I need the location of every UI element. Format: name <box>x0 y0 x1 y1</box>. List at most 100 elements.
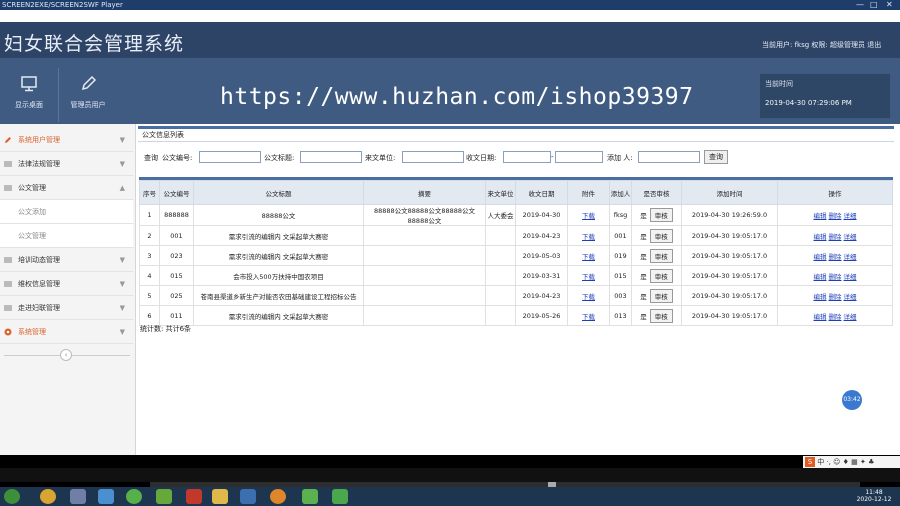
maximize-button[interactable]: □ <box>870 0 878 10</box>
delete-link[interactable]: 删除 <box>829 273 842 281</box>
sidebar-item-training[interactable]: 培训动态管理 ▼ <box>0 248 133 272</box>
browser-icon[interactable] <box>98 489 114 504</box>
sidebar-item-label: 维权信息管理 <box>18 280 60 288</box>
table-row: 2 001 需求引流的编辑内 文采起草大赛密 2019-04-23 下载 001 是审核 20… <box>139 225 893 246</box>
audit-button[interactable]: 审核 <box>649 268 673 283</box>
ime-toolbar[interactable]: S 中 ·, ☺ ♦ ▦ ✦ ♣ <box>803 456 900 468</box>
cell-attach[interactable]: 下载 <box>567 204 610 226</box>
cell-code: 011 <box>159 305 194 326</box>
doc-code-label: 公文编号: <box>162 154 193 162</box>
cell-attach[interactable]: 下载 <box>567 305 610 326</box>
taskbar-clock[interactable]: 11:48 2020-12-12 <box>852 489 896 503</box>
cell-audit: 是审核 <box>631 285 682 306</box>
start-button-icon[interactable] <box>4 489 20 504</box>
sidebar-subitem-manage-document[interactable]: 公文管理 <box>0 224 133 248</box>
current-time-value: 2019-04-30 07:29:06 PM <box>765 99 852 107</box>
app-icon[interactable] <box>270 489 286 504</box>
detail-link[interactable]: 详细 <box>844 253 857 261</box>
sidebar-item-label: 走进妇联管理 <box>18 304 60 312</box>
cell-summary <box>363 265 486 286</box>
cell-unit: 人大委会 <box>485 204 516 226</box>
detail-link[interactable]: 详细 <box>844 212 857 220</box>
sidebar-subitem-add-document[interactable]: 公文添加 <box>0 200 133 224</box>
edit-link[interactable]: 编辑 <box>814 293 827 301</box>
chevron-down-icon: ▼ <box>119 160 125 168</box>
edit-link[interactable]: 编辑 <box>814 273 827 281</box>
detail-link[interactable]: 详细 <box>844 273 857 281</box>
cell-audit: 是审核 <box>631 204 682 226</box>
grid-icon <box>4 305 12 311</box>
audit-button[interactable]: 审核 <box>649 208 673 222</box>
cell-time: 2019-04-30 19:05:17.0 <box>681 245 778 266</box>
wechat-icon[interactable] <box>302 489 318 504</box>
grid-icon <box>4 257 12 263</box>
edit-link[interactable]: 编辑 <box>814 253 827 261</box>
cell-attach[interactable]: 下载 <box>567 285 610 306</box>
download-link[interactable]: 下载 <box>582 253 595 261</box>
cell-attach[interactable]: 下载 <box>567 225 610 246</box>
app-icon[interactable] <box>156 489 172 504</box>
download-link[interactable]: 下载 <box>582 212 595 220</box>
cell-user: fksg <box>609 204 632 226</box>
admin-user-button[interactable]: 管理员用户 <box>59 68 117 124</box>
doc-title-input[interactable] <box>300 151 362 163</box>
audit-button[interactable]: 审核 <box>649 288 673 303</box>
cell-code: 025 <box>159 285 194 306</box>
cell-attach[interactable]: 下载 <box>567 245 610 266</box>
download-link[interactable]: 下载 <box>582 233 595 241</box>
sidebar-item-system[interactable]: 系统管理 ▼ <box>0 320 133 344</box>
current-time-label: 当前时间 <box>765 80 793 88</box>
delete-link[interactable]: 删除 <box>829 253 842 261</box>
receive-date-start-input[interactable] <box>503 151 551 163</box>
col-header: 添加时间 <box>681 180 778 205</box>
audit-button[interactable]: 审核 <box>649 308 673 323</box>
download-link[interactable]: 下载 <box>582 313 595 321</box>
sidebar-item-laws[interactable]: 法律法规管理 ▼ <box>0 152 133 176</box>
source-unit-input[interactable] <box>402 151 464 163</box>
added-by-input[interactable] <box>638 151 700 163</box>
detail-link[interactable]: 详细 <box>844 233 857 241</box>
search-button[interactable]: 查询 <box>704 150 728 164</box>
sidebar-item-rights[interactable]: 维权信息管理 ▼ <box>0 272 133 296</box>
minimize-button[interactable]: — <box>856 0 864 10</box>
app-icon[interactable] <box>70 489 86 504</box>
user-info[interactable]: 当前用户: fksg 权限: 超级管理员 退出 <box>762 40 881 50</box>
sidebar-item-documents[interactable]: 公文管理 ▲ <box>0 176 133 200</box>
app-icon[interactable] <box>240 489 256 504</box>
show-desktop-button[interactable]: 显示桌面 <box>0 68 58 124</box>
sidebar-item-federation[interactable]: 走进妇联管理 ▼ <box>0 296 133 320</box>
close-button[interactable]: ✕ <box>886 0 893 10</box>
delete-link[interactable]: 删除 <box>829 293 842 301</box>
download-link[interactable]: 下载 <box>582 273 595 281</box>
doc-code-input[interactable] <box>199 151 261 163</box>
audit-button[interactable]: 审核 <box>649 248 673 263</box>
col-header: 序号 <box>139 180 160 205</box>
delete-link[interactable]: 删除 <box>829 313 842 321</box>
sidebar-collapse-button[interactable]: ‹ <box>60 349 72 361</box>
detail-link[interactable]: 详细 <box>844 293 857 301</box>
col-header: 来文单位 <box>485 180 516 205</box>
sidebar-item-label: 公文管理 <box>18 184 46 192</box>
edit-link[interactable]: 编辑 <box>814 233 827 241</box>
edit-link[interactable]: 编辑 <box>814 313 827 321</box>
receive-date-end-input[interactable] <box>555 151 603 163</box>
folder-icon[interactable] <box>212 489 228 504</box>
col-header: 收文日期 <box>515 180 568 205</box>
window-title: SCREEN2EXE/SCREEN2SWF Player <box>2 1 123 9</box>
floating-timer-badge[interactable]: 03:42 <box>842 390 862 410</box>
cell-actions: 编辑 删除 详细 <box>777 285 893 306</box>
edit-link[interactable]: 编辑 <box>814 212 827 220</box>
cell-summary <box>363 285 486 306</box>
sidebar-item-system-users[interactable]: 系统用户管理 ▼ <box>0 128 133 152</box>
app-icon[interactable] <box>332 489 348 504</box>
cell-attach[interactable]: 下载 <box>567 265 610 286</box>
audit-button[interactable]: 审核 <box>649 228 673 243</box>
delete-link[interactable]: 删除 <box>829 233 842 241</box>
download-link[interactable]: 下载 <box>582 293 595 301</box>
flash-icon[interactable] <box>186 489 202 504</box>
chrome-icon[interactable] <box>40 489 56 504</box>
delete-link[interactable]: 删除 <box>829 212 842 220</box>
cell-user: 013 <box>609 305 632 326</box>
app-icon[interactable] <box>126 489 142 504</box>
detail-link[interactable]: 详细 <box>844 313 857 321</box>
